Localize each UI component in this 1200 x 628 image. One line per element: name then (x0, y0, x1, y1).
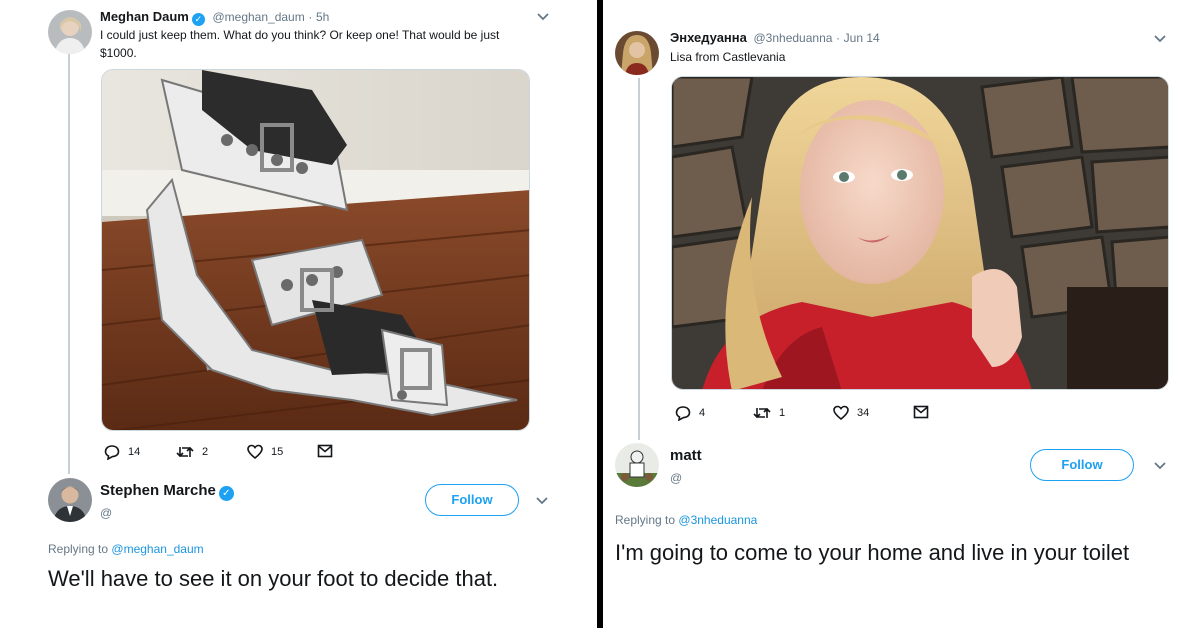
reply-action[interactable]: 4 (675, 405, 705, 421)
retweet-count: 1 (779, 407, 786, 419)
thread-line (68, 50, 70, 474)
separator-dot: · (308, 10, 313, 24)
verified-badge-icon: ✓ (191, 13, 205, 26)
reply-author-handle[interactable]: @ (670, 471, 682, 485)
tweet-image-cosplay[interactable] (671, 76, 1169, 390)
follow-button[interactable]: Follow (425, 484, 519, 516)
retweet-icon (176, 446, 194, 458)
like-action[interactable]: 34 (833, 405, 869, 421)
replying-to-line: Replying to @3nheduanna (615, 513, 757, 527)
matt-avatar[interactable] (615, 443, 659, 487)
direct-message-icon (317, 444, 333, 458)
enheduanna-avatar[interactable] (615, 31, 659, 75)
reply-author-name[interactable]: matt (670, 447, 702, 464)
tweet-actions: 4 1 34 (675, 405, 945, 425)
cosplay-photo (672, 77, 1168, 389)
author-name[interactable]: Энхедуанна (670, 30, 747, 45)
tweet-time[interactable]: 5h (316, 10, 329, 24)
reply-author-header: Stephen Marche ✓ (100, 482, 234, 501)
chevron-down-icon[interactable] (1152, 461, 1168, 471)
direct-message-icon (913, 405, 929, 419)
replying-to-link[interactable]: @meghan_daum (111, 542, 203, 556)
reply-action[interactable]: 14 (104, 444, 140, 460)
reply-count: 4 (699, 407, 706, 419)
chevron-down-icon[interactable] (1152, 34, 1168, 44)
direct-message-action[interactable] (913, 405, 929, 419)
meghan-daum-avatar[interactable] (48, 10, 92, 54)
retweet-action[interactable]: 1 (753, 405, 785, 421)
tweet-author-header: Энхедуанна @3nheduanna · Jun 14 (670, 30, 880, 45)
reply-icon (104, 445, 120, 460)
stephen-marche-avatar[interactable] (48, 478, 92, 522)
left-tweet-thread: Meghan Daum ✓ @meghan_daum · 5h I could j… (0, 0, 597, 628)
chevron-down-icon[interactable] (535, 12, 551, 22)
separator-dot: · (836, 31, 841, 45)
retweet-count: 2 (202, 446, 209, 458)
chevron-down-icon[interactable] (534, 496, 550, 506)
reply-icon (675, 406, 691, 421)
like-count: 15 (271, 446, 284, 458)
like-count: 34 (857, 407, 870, 419)
author-handle[interactable]: @meghan_daum (212, 10, 304, 24)
reply-author-name[interactable]: Stephen Marche (100, 482, 216, 499)
thread-line (638, 78, 640, 440)
replying-prefix: Replying to (615, 513, 676, 527)
reply-text: I'm going to come to your home and live … (615, 540, 1130, 565)
like-icon (833, 405, 849, 421)
like-action[interactable]: 15 (247, 444, 283, 460)
replying-to-link[interactable]: @3nheduanna (678, 513, 757, 527)
tweet-author-header: Meghan Daum ✓ @meghan_daum · 5h (100, 9, 329, 26)
tweet-image-shoe[interactable] (101, 69, 530, 431)
direct-message-action[interactable] (317, 444, 333, 458)
verified-badge-icon: ✓ (218, 486, 234, 501)
author-handle[interactable]: @3nheduanna (754, 31, 833, 45)
reply-text: We'll have to see it on your foot to dec… (48, 566, 499, 591)
retweet-icon (753, 407, 771, 419)
right-tweet-thread: Энхедуанна @3nheduanna · Jun 14 Lisa fro… (603, 0, 1200, 628)
follow-button[interactable]: Follow (1030, 449, 1134, 481)
like-icon (247, 444, 263, 460)
replying-to-line: Replying to @meghan_daum (48, 542, 204, 556)
reply-count: 14 (128, 446, 141, 458)
reply-author-handle[interactable]: @ (100, 506, 112, 520)
tweet-text: I could just keep them. What do you thin… (100, 28, 500, 60)
shoe-photo (102, 70, 529, 430)
replying-prefix: Replying to (48, 542, 109, 556)
tweet-actions: 14 2 15 (104, 444, 364, 464)
author-name[interactable]: Meghan Daum (100, 9, 189, 24)
retweet-action[interactable]: 2 (176, 444, 208, 460)
tweet-text: Lisa from Castlevania (670, 50, 786, 64)
tweet-time[interactable]: Jun 14 (844, 31, 880, 45)
